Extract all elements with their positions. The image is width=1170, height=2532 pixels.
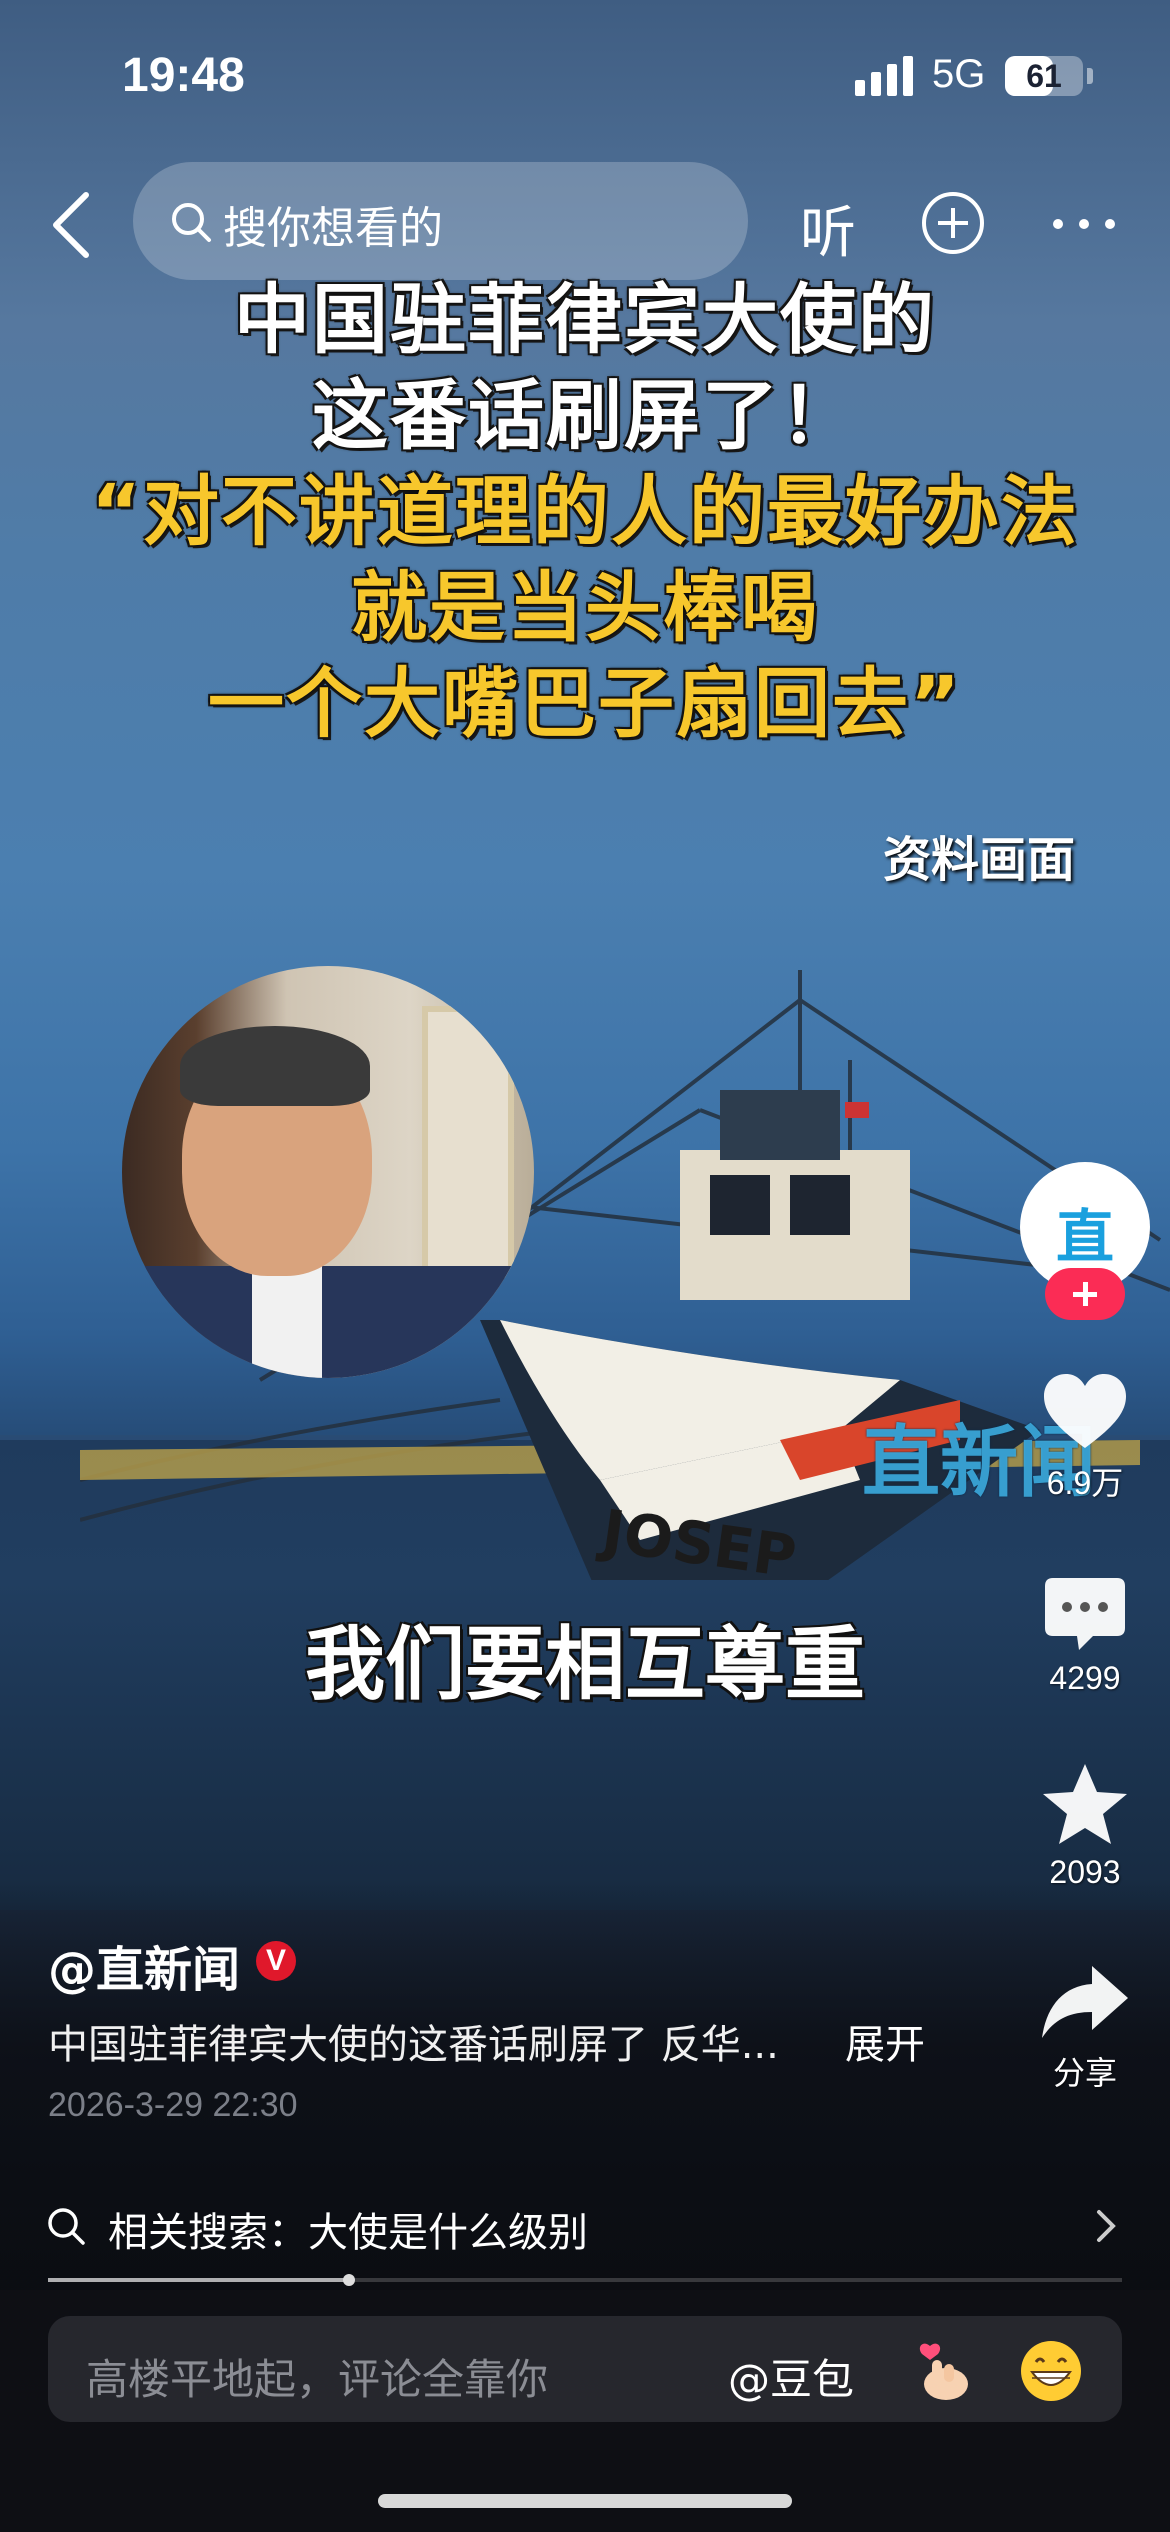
headline-line-5: 一个大嘴巴子扇回去” <box>208 659 962 748</box>
share-button[interactable]: 分享 <box>1020 1962 1150 2094</box>
related-search-text: 相关搜索：大使是什么级别 <box>108 2210 588 2256</box>
search-icon <box>172 203 211 242</box>
comment-input[interactable]: 高楼平地起，评论全靠你 @豆包 <box>48 2316 1122 2422</box>
headline-line-2: 这番话刷屏了！ <box>312 371 858 460</box>
battery-level: 61 <box>1026 58 1062 94</box>
star-icon <box>1043 1764 1127 1844</box>
headline-line-1: 中国驻菲律宾大使的 <box>234 275 936 364</box>
like-count: 6.9万 <box>1046 1465 1124 1501</box>
like-button[interactable]: 6.9万 <box>1020 1372 1150 1504</box>
search-bar[interactable]: 搜你想看的 <box>133 162 748 280</box>
battery-icon: 61 <box>1005 56 1083 96</box>
speaker-portrait <box>122 966 534 1378</box>
favorite-count: 2093 <box>1049 1854 1121 1890</box>
headline-line-3: “对不讲道理的人的最好办法 <box>91 467 1079 556</box>
playback-progress[interactable] <box>48 2274 1122 2286</box>
author-name[interactable]: @直新闻 <box>48 1930 240 2000</box>
more-icon[interactable] <box>1050 214 1118 234</box>
home-indicator[interactable] <box>378 2494 792 2508</box>
share-icon <box>1042 1966 1128 2038</box>
favorite-button[interactable]: 2093 <box>1020 1762 1150 1891</box>
network-type: 5G <box>932 52 986 96</box>
status-time: 19:48 <box>122 49 245 102</box>
avatar-text: 直 <box>1055 1203 1114 1271</box>
add-circle-icon[interactable] <box>920 190 986 256</box>
progress-fill <box>48 2278 349 2282</box>
comment-button[interactable]: 4299 <box>1020 1576 1150 1697</box>
video-subtitle: 我们要相互尊重 <box>305 1618 865 1711</box>
comment-count: 4299 <box>1049 1660 1121 1696</box>
finger-heart-emoji[interactable] <box>910 2338 976 2404</box>
mention-button[interactable]: @豆包 <box>728 2346 854 2407</box>
grin-emoji[interactable] <box>1018 2338 1084 2404</box>
progress-knob[interactable] <box>342 2274 355 2286</box>
heart-icon <box>1044 1374 1126 1448</box>
video-description[interactable]: 中国驻菲律宾大使的这番话刷屏了 反华... <box>48 2012 779 2070</box>
expand-button[interactable]: 展开 <box>845 2012 925 2070</box>
search-placeholder: 搜你想看的 <box>223 203 443 254</box>
search-icon <box>48 2208 85 2245</box>
post-date: 2026-3-29 22:30 <box>48 2086 298 2124</box>
share-label: 分享 <box>1052 2055 1117 2091</box>
follow-button[interactable] <box>1045 1268 1125 1320</box>
source-tag: 资料画面 <box>883 832 1076 888</box>
headline-line-4: 就是当头棒喝 <box>351 563 819 652</box>
comment-icon <box>1045 1578 1125 1650</box>
listen-button[interactable]: 听 <box>800 188 856 269</box>
chevron-right-icon <box>1097 2210 1116 2242</box>
battery-nub <box>1087 68 1093 84</box>
verified-badge: V <box>256 1941 296 1981</box>
comment-placeholder: 高楼平地起，评论全靠你 <box>86 2355 549 2404</box>
back-icon[interactable] <box>46 190 96 260</box>
video-headline: 中国驻菲律宾大使的 这番话刷屏了！ “对不讲道理的人的最好办法 就是当头棒喝 一… <box>0 272 1170 752</box>
signal-icon <box>855 56 913 96</box>
related-search[interactable]: 相关搜索：大使是什么级别 <box>0 2170 1170 2280</box>
